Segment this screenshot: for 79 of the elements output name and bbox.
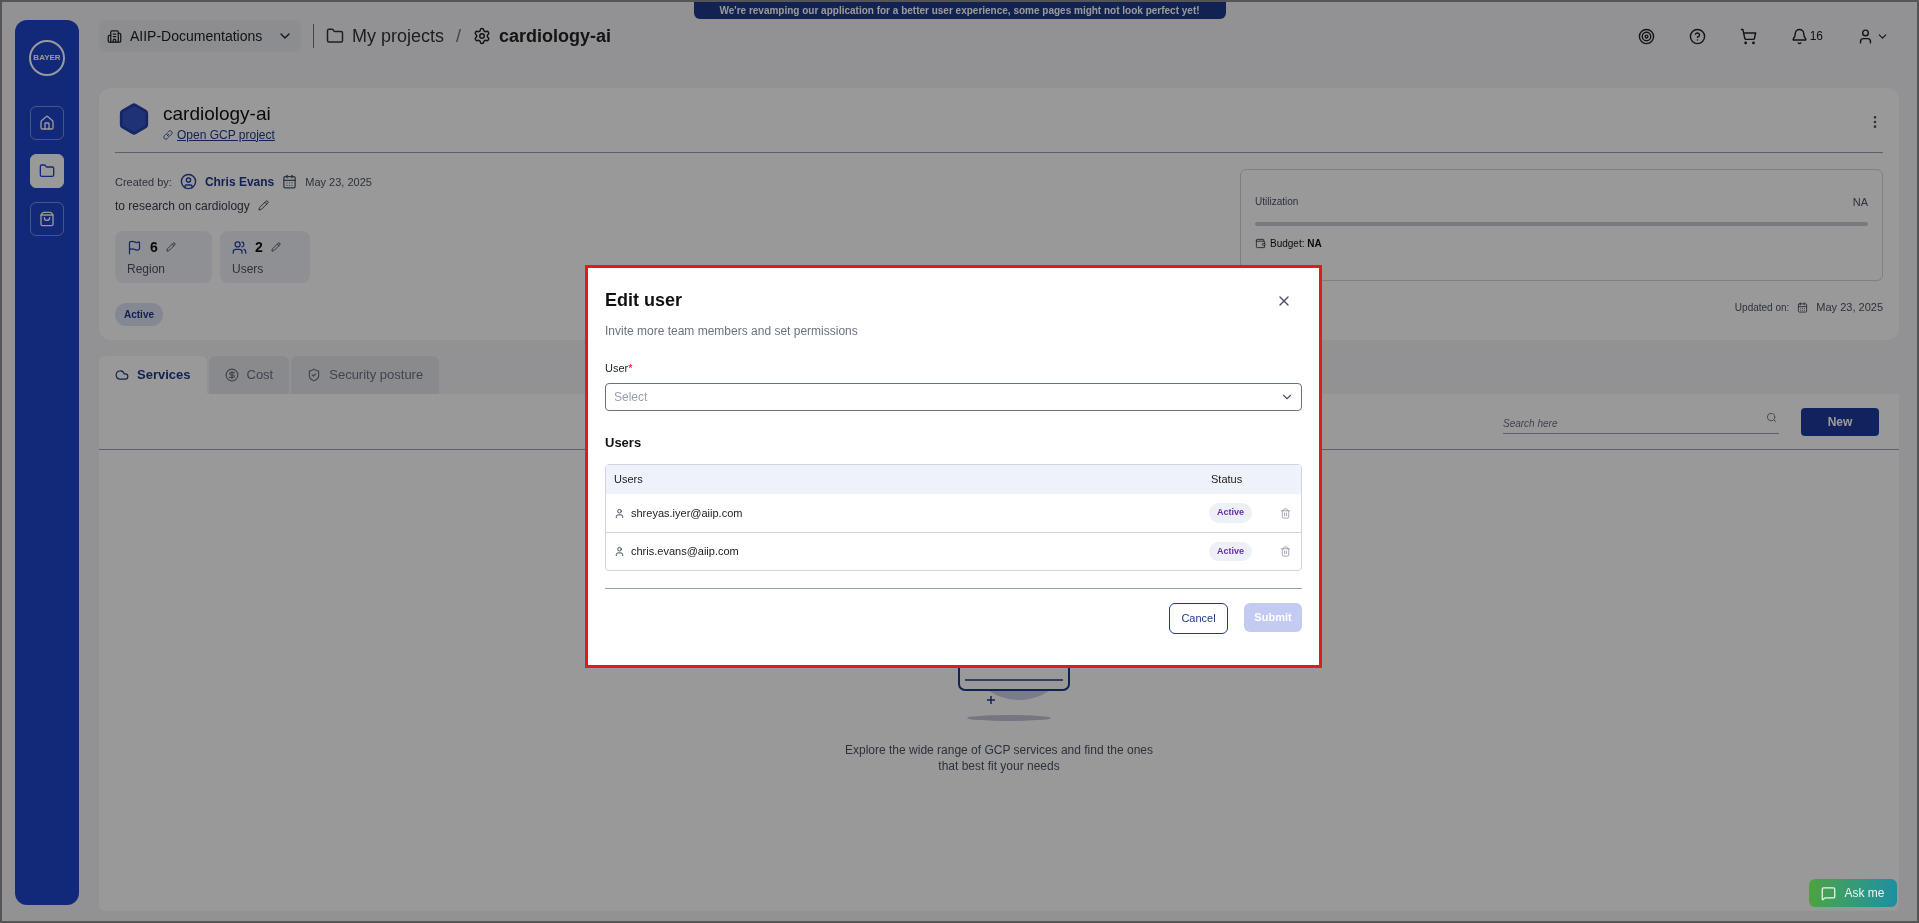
bag-icon <box>39 211 55 227</box>
user-icon <box>614 507 625 519</box>
bell-icon <box>1790 27 1808 45</box>
cloud-icon <box>115 368 129 382</box>
breadcrumb-separator: / <box>456 24 462 48</box>
help-icon <box>1688 27 1706 45</box>
folder-icon <box>326 27 344 45</box>
home-icon <box>39 115 55 131</box>
section-title: Users <box>605 433 643 452</box>
updated-label: Updated on: <box>1734 300 1790 315</box>
toolbar-button[interactable] <box>1739 27 1757 45</box>
stat-value: 2 <box>255 237 263 257</box>
edit-icon[interactable] <box>165 242 176 253</box>
created-date: May 23, 2025 <box>305 174 372 190</box>
field-label: User <box>605 361 629 376</box>
utilization-value: NA <box>1852 194 1868 210</box>
empty-state-text: Explore the wide range of GCP services and find the ones that best fit your needs <box>844 742 1154 774</box>
project-name: cardiology-ai <box>163 102 272 126</box>
column-header: Status <box>1211 472 1244 488</box>
toolbar-button[interactable] <box>1637 27 1655 45</box>
project-icon <box>117 102 151 136</box>
search-icon <box>1766 411 1777 423</box>
ask-me-button[interactable]: Ask me <box>1809 879 1897 907</box>
breadcrumb-link[interactable]: My projects <box>326 22 445 50</box>
building-icon <box>107 28 122 44</box>
search-field[interactable]: Search here <box>1503 415 1779 434</box>
updated-date: May 23, 2025 <box>1816 299 1883 315</box>
project-description: to research on cardiology <box>115 197 250 215</box>
chat-icon <box>1821 885 1837 901</box>
user-email: shreyas.iyer@aiip.com <box>631 505 744 521</box>
new-button[interactable]: New <box>1801 407 1879 436</box>
wallet-icon <box>1255 238 1266 250</box>
user-select[interactable]: Select <box>605 382 1302 411</box>
shield-icon <box>307 368 322 382</box>
status-badge: Active <box>115 302 163 326</box>
column-header: Users <box>614 472 644 488</box>
creator-name: Chris Evans <box>204 173 275 191</box>
calendar-icon <box>282 174 298 190</box>
link-icon <box>163 129 173 140</box>
breadcrumb-link[interactable]: cardiology-ai <box>473 22 612 50</box>
dialog-subtitle: Invite more team members and set permissions <box>605 323 859 340</box>
tab[interactable]: Security posture <box>291 356 440 394</box>
created-by-label: Created by: <box>115 174 172 190</box>
utilization-label: Utilization <box>1255 194 1299 209</box>
edit-icon[interactable] <box>257 200 269 212</box>
stat-value: 6 <box>150 237 158 257</box>
edit-icon[interactable] <box>270 242 281 253</box>
account-button[interactable] <box>1857 27 1889 45</box>
dialog-title: Edit user <box>605 289 683 312</box>
budget-text: Budget: NA <box>1270 237 1322 252</box>
stat-label: Region <box>127 260 167 278</box>
target-icon <box>1637 27 1655 45</box>
dollar-icon <box>224 368 239 382</box>
status-badge: Active <box>1209 541 1252 562</box>
user-icon <box>614 546 625 557</box>
cart-icon <box>1739 27 1757 45</box>
folder-icon <box>39 163 55 179</box>
flag-icon <box>127 239 142 255</box>
status-badge: Active <box>1209 503 1252 523</box>
users-icon <box>232 239 247 255</box>
workspace-select[interactable]: AIIP-Documentations <box>99 20 301 52</box>
user-icon <box>1857 27 1874 45</box>
toolbar-button[interactable] <box>1688 27 1706 45</box>
tab[interactable]: Services <box>99 356 207 394</box>
sidebar-item[interactable] <box>30 154 64 188</box>
logo: BAYER <box>29 40 65 76</box>
tab[interactable]: Cost <box>208 356 290 394</box>
user-icon <box>179 173 197 191</box>
calendar-icon <box>1797 301 1809 313</box>
required-mark: * <box>628 361 633 376</box>
sidebar-item[interactable] <box>30 202 64 236</box>
gear-icon <box>473 27 492 45</box>
notifications-button[interactable]: 16 <box>1790 27 1823 45</box>
announcement-banner: We're revamping our application for a better user experience, some pages might not look perfect yet! <box>693 2 1226 19</box>
sidebar-item[interactable] <box>30 106 64 140</box>
cancel-button[interactable]: Cancel <box>1169 603 1228 634</box>
stat-label: Users <box>232 260 265 278</box>
gcp-project-link[interactable]: Open GCP project <box>163 125 1855 144</box>
user-email: chris.evans@aiip.com <box>631 544 740 560</box>
